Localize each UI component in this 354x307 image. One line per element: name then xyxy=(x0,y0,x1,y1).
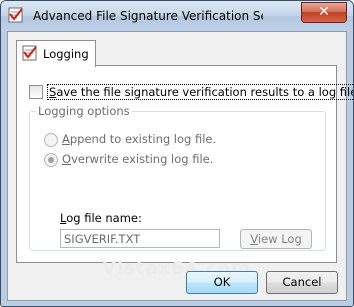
close-button[interactable]: ✕ xyxy=(301,2,347,23)
append-label: Append to existing log file. xyxy=(62,132,217,146)
tab-label: Logging xyxy=(43,47,89,61)
log-file-name-input[interactable]: SIGVERIF.TXT xyxy=(60,229,220,248)
cancel-button[interactable]: Cancel xyxy=(266,271,338,294)
overwrite-radio-row[interactable]: Overwrite existing log file. xyxy=(44,152,244,168)
dialog-client-area: Logging Save the file signature verifica… xyxy=(7,31,353,301)
view-log-button[interactable]: View Log xyxy=(240,229,312,249)
tab-logging[interactable]: Logging xyxy=(16,40,96,67)
append-radio[interactable] xyxy=(44,133,58,147)
window-title: Advanced File Signature Verification Set… xyxy=(33,9,263,23)
append-radio-row[interactable]: Append to existing log file. xyxy=(44,132,244,148)
overwrite-label: Overwrite existing log file. xyxy=(62,152,214,166)
title-bar[interactable]: Advanced File Signature Verification Set… xyxy=(1,1,353,31)
save-results-checkbox[interactable] xyxy=(29,85,43,99)
signature-verify-icon xyxy=(8,7,23,23)
overwrite-radio[interactable] xyxy=(44,153,58,167)
save-results-checkbox-row[interactable]: Save the file signature verification res… xyxy=(29,84,353,100)
log-file-name-label: Log file name: xyxy=(60,211,142,225)
dialog-window: Advanced File Signature Verification Set… xyxy=(0,0,354,307)
signature-verify-icon xyxy=(22,45,37,61)
tab-panel-logging: Save the file signature verification res… xyxy=(16,65,353,279)
ok-button[interactable]: OK xyxy=(186,271,258,294)
save-results-label[interactable]: Save the file signature verification res… xyxy=(47,84,353,100)
close-icon: ✕ xyxy=(318,4,330,20)
logging-options-title: Logging options xyxy=(36,104,132,118)
